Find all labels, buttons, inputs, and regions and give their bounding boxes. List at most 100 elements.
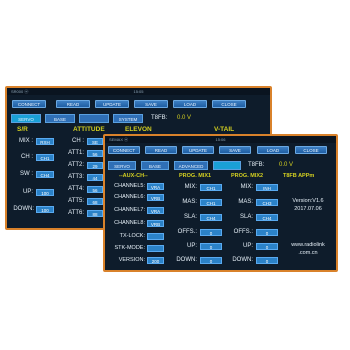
header-mix2: PROG. MIX2 [231, 173, 264, 179]
att4-label: ATT4: [68, 186, 84, 192]
tab-base[interactable]: BASE [141, 161, 169, 170]
att1-label: ATT1: [68, 150, 84, 156]
mix-value[interactable]: RXH [36, 138, 54, 145]
ch-label: CH : [21, 154, 33, 160]
tab-servo[interactable]: SERVO [11, 114, 41, 123]
mix2-mas-label: MAS: [238, 199, 253, 205]
tab-system[interactable]: SYSTEM [113, 114, 143, 123]
header-mix1: PROG. MIX1 [179, 173, 212, 179]
tab-advanced[interactable]: ADVANCED [174, 161, 208, 170]
mix1-sla-value[interactable]: CH4 [200, 214, 222, 221]
att1-value[interactable]: 56 [87, 150, 103, 157]
stk-mode-value[interactable] [147, 245, 164, 252]
connect-button[interactable]: CONNECT [108, 146, 140, 154]
update-button[interactable]: UPDATE [95, 100, 129, 108]
mix2-sla-label: SLA: [239, 214, 253, 220]
channel6-label: CHANNEL6: [114, 194, 145, 200]
mix2-mix-label: MIX: [240, 184, 253, 190]
att5-value[interactable]: 68 [87, 198, 103, 205]
t8fb-voltage: 0.0 V [177, 115, 192, 121]
mix1-up-value[interactable]: 0 [200, 243, 222, 250]
mix2-down-value[interactable]: 0 [256, 257, 278, 264]
channel7-label: CHANNEL7: [114, 207, 145, 213]
read-button[interactable]: READ [56, 100, 90, 108]
mix1-mas-value[interactable]: CH1 [200, 199, 222, 206]
mix1-down-value[interactable]: 0 [200, 257, 222, 264]
sw-label: SW : [20, 171, 33, 177]
channel7-value[interactable]: VRA [147, 207, 164, 214]
save-button[interactable]: SAVE [134, 100, 168, 108]
mix2-mix-value[interactable]: INH [256, 184, 278, 191]
att4-value[interactable]: 56 [87, 186, 103, 193]
header-attitude: ATTITUDE [73, 126, 105, 133]
up-value[interactable]: 100 [36, 189, 54, 196]
tab-servo[interactable]: SERVO [108, 161, 136, 170]
app-version: Version:V1.6 [292, 198, 324, 204]
channel8-label: CHANNEL8: [114, 220, 145, 226]
mix1-down-label: DOWN: [176, 257, 197, 263]
att2-value[interactable]: 29 [87, 162, 103, 169]
att6-label: ATT6: [68, 210, 84, 216]
att-ch-label: CH : [72, 138, 84, 144]
header-app: T8FB APPm [283, 173, 315, 179]
stk-mode-label: STK-MODE: [114, 245, 145, 251]
status-left: SR000 ⓦ [11, 89, 29, 94]
header-aux: --AUX-CH-- [119, 173, 148, 179]
status-left: SEMAX ⓦ [109, 137, 129, 142]
status-time: 15:05 [133, 89, 144, 94]
mix1-mix-value[interactable]: CH1 [200, 184, 222, 191]
up-label: UP: [22, 189, 33, 195]
mix1-sla-label: SLA: [183, 214, 197, 220]
tab-blank[interactable] [213, 161, 241, 170]
mix1-up-label: UP: [186, 243, 197, 249]
down-value[interactable]: 100 [36, 206, 54, 213]
close-button[interactable]: CLOSE [212, 100, 246, 108]
mix2-up-value[interactable]: 0 [256, 243, 278, 250]
att3-label: ATT3: [68, 174, 84, 180]
status-bar: SR000 ⓦ 15:05 [7, 88, 270, 95]
load-button[interactable]: LOAD [173, 100, 207, 108]
att-ch-value[interactable]: SE [87, 138, 103, 145]
mix2-offs-label: OFFS.: [233, 229, 253, 235]
mix2-mas-value[interactable]: CH3 [256, 199, 278, 206]
channel5-value[interactable]: VRA [147, 183, 164, 190]
sw-value[interactable]: CH4 [36, 171, 54, 178]
tab-base[interactable]: BASE [45, 114, 75, 123]
tab-blank[interactable] [79, 114, 109, 123]
app-date: 2017.07.06 [294, 206, 322, 212]
att2-label: ATT2: [68, 162, 84, 168]
status-time: 15:06 [215, 137, 226, 142]
att5-label: ATT5: [68, 198, 84, 204]
tx-lock-value[interactable] [147, 233, 164, 240]
version-value[interactable]: 200 [147, 257, 164, 264]
mix2-offs-value[interactable]: 0 [256, 229, 278, 236]
att3-value[interactable]: 44 [87, 174, 103, 181]
channel8-value[interactable]: VRB [147, 220, 164, 227]
t8fb-label: T8FB: [151, 115, 168, 121]
channel5-label: CHANNEL5: [114, 183, 145, 189]
close-button[interactable]: CLOSE [295, 146, 327, 154]
app-url-line1: www.radiolink [291, 242, 325, 248]
connect-button[interactable]: CONNECT [12, 100, 46, 108]
down-label: DOWN: [13, 206, 34, 212]
load-button[interactable]: LOAD [257, 146, 289, 154]
mix2-sla-value[interactable]: CH4 [256, 214, 278, 221]
update-button[interactable]: UPDATE [182, 146, 214, 154]
version-label: VERSION: [118, 257, 145, 263]
mix1-offs-label: OFFS.: [177, 229, 197, 235]
att6-value[interactable]: 88 [87, 210, 103, 217]
read-button[interactable]: READ [145, 146, 177, 154]
channel6-value[interactable]: VRB [147, 194, 164, 201]
mix2-up-label: UP: [242, 243, 253, 249]
mix1-offs-value[interactable]: 0 [200, 229, 222, 236]
front-window: SEMAX ⓦ 15:06 CONNECT READ UPDATE SAVE L… [103, 134, 338, 272]
ch-value[interactable]: CH1 [36, 154, 54, 161]
t8fb-voltage: 0.0 V [279, 162, 294, 168]
mix-label: MIX : [18, 138, 33, 144]
mix1-mas-label: MAS: [182, 199, 197, 205]
header-vtail: V-TAIL [214, 126, 235, 133]
save-button[interactable]: SAVE [219, 146, 251, 154]
mix2-down-label: DOWN: [232, 257, 253, 263]
t8fb-label: T8FB: [248, 162, 265, 168]
tx-lock-label: TX-LOCK: [119, 233, 145, 239]
